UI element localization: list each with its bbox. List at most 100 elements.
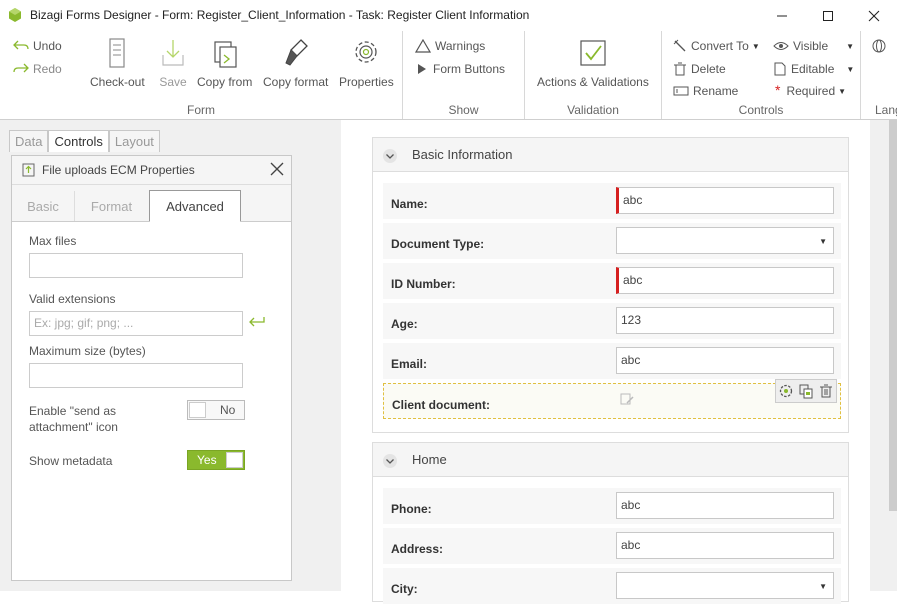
address-input[interactable]: abc — [616, 532, 834, 559]
dropdown-arrow-icon: ▼ — [819, 237, 827, 246]
play-icon — [418, 64, 426, 74]
checkout-icon — [109, 38, 125, 68]
maximize-button[interactable] — [805, 0, 851, 31]
rename-icon — [673, 86, 689, 96]
chevron-down-icon[interactable] — [383, 149, 397, 163]
eye-icon — [773, 42, 789, 50]
check-icon — [580, 40, 606, 66]
asterisk-icon: * — [775, 81, 781, 98]
gear-icon[interactable] — [778, 383, 794, 399]
visible-button[interactable]: Visible ▼ — [773, 39, 854, 53]
show-metadata-toggle[interactable]: Yes — [187, 450, 245, 470]
form-buttons-button[interactable]: Form Buttons — [415, 62, 505, 76]
valid-extensions-label: Valid extensions — [29, 292, 116, 306]
globe-icon — [872, 39, 886, 53]
name-input[interactable]: abc — [616, 187, 834, 214]
panel-tabs: Data Controls Layout — [9, 130, 160, 152]
section-header[interactable]: Basic Information — [373, 138, 848, 172]
valid-extensions-input[interactable]: Ex: jpg; gif; png; ... — [29, 311, 243, 336]
properties-title: File uploads ECM Properties — [42, 163, 195, 177]
section-title: Basic Information — [412, 147, 513, 162]
maximize-icon — [823, 10, 833, 21]
upload-field-icon — [620, 393, 634, 405]
max-size-label: Maximum size (bytes) — [29, 344, 146, 358]
ribbon: Undo Redo Check-out Save Copy from Copy … — [0, 31, 897, 120]
return-arrow-icon[interactable] — [249, 316, 265, 328]
tab-basic[interactable]: Basic — [12, 191, 75, 221]
redo-icon — [13, 63, 29, 73]
id-number-input[interactable]: abc — [616, 267, 834, 294]
title-bar: Bizagi Forms Designer - Form: Register_C… — [0, 0, 897, 32]
required-button[interactable]: * Required ▼ — [775, 81, 846, 99]
properties-tabs: Basic Format Advanced — [12, 185, 291, 222]
toggle-knob — [189, 402, 206, 418]
max-files-input[interactable] — [29, 253, 243, 278]
document-type-select[interactable]: ▼ — [616, 227, 834, 254]
wand-icon — [673, 39, 686, 52]
form-row-phone[interactable]: Phone: abc — [383, 488, 841, 524]
file-upload-icon — [22, 163, 35, 177]
window-title: Bizagi Forms Designer - Form: Register_C… — [30, 8, 530, 22]
minimize-button[interactable] — [759, 0, 805, 31]
edit-doc-icon — [774, 62, 786, 76]
show-metadata-label: Show metadata — [29, 454, 113, 468]
trash-icon[interactable] — [818, 383, 834, 399]
ribbon-group-show: Warnings Form Buttons Show — [403, 31, 525, 119]
control-toolbar — [775, 379, 837, 403]
checkout-button[interactable]: Check-out — [90, 37, 145, 89]
max-files-label: Max files — [29, 234, 77, 248]
city-select[interactable]: ▼ — [616, 572, 834, 599]
form-row-age[interactable]: Age: 123 — [383, 303, 841, 339]
ribbon-group-validation: Actions & Validations Validation — [525, 31, 662, 119]
section-basic-information: Basic Information Name: abc Document Typ… — [372, 137, 849, 433]
properties-panel: File uploads ECM Properties Basic Format… — [11, 155, 292, 581]
form-row-document-type[interactable]: Document Type: ▼ — [383, 223, 841, 259]
ribbon-group-lang: Lang — [861, 31, 897, 119]
actions-validations-button[interactable]: Actions & Validations — [537, 37, 649, 89]
rename-button[interactable]: Rename — [673, 84, 738, 98]
convert-to-button[interactable]: Convert To ▼ — [673, 39, 760, 53]
section-home: Home Phone: abc Address: abc City: ▼ — [372, 442, 849, 604]
toggle-knob — [226, 452, 243, 468]
age-input[interactable]: 123 — [616, 307, 834, 334]
phone-input[interactable]: abc — [616, 492, 834, 519]
delete-button[interactable]: Delete — [673, 62, 726, 76]
properties-button[interactable]: Properties — [339, 37, 394, 89]
send-attachment-toggle[interactable]: No — [187, 400, 245, 420]
dropdown-arrow-icon: ▼ — [819, 582, 827, 591]
warning-icon — [415, 39, 431, 53]
tab-layout[interactable]: Layout — [108, 130, 160, 152]
tab-format[interactable]: Format — [74, 191, 150, 221]
tab-controls[interactable]: Controls — [48, 130, 109, 152]
editable-button[interactable]: Editable ▼ — [773, 62, 854, 76]
form-row-id-number[interactable]: ID Number: abc — [383, 263, 841, 299]
copy-from-icon — [214, 41, 237, 68]
form-row-name[interactable]: Name: abc — [383, 183, 841, 219]
form-row-address[interactable]: Address: abc — [383, 528, 841, 564]
language-button[interactable] — [872, 39, 890, 53]
tab-advanced[interactable]: Advanced — [149, 190, 241, 222]
form-row-client-document[interactable]: Client document: — [383, 379, 841, 419]
section-header[interactable]: Home — [373, 443, 848, 477]
redo-button[interactable]: Redo — [13, 62, 62, 76]
warnings-button[interactable]: Warnings — [415, 39, 485, 53]
chevron-down-icon[interactable] — [383, 454, 397, 468]
form-sheet: Basic Information Name: abc Document Typ… — [341, 120, 870, 604]
save-icon — [162, 40, 184, 66]
copy-from-button[interactable]: Copy from — [197, 37, 252, 89]
close-panel-icon[interactable] — [267, 159, 287, 179]
send-attachment-label: Enable "send as attachment" icon — [29, 404, 118, 434]
tab-data[interactable]: Data — [9, 130, 49, 152]
save-button[interactable]: Save — [158, 37, 188, 89]
copy-format-button[interactable]: Copy format — [263, 37, 328, 89]
form-row-city[interactable]: City: ▼ — [383, 568, 841, 604]
bizagi-logo-icon — [9, 8, 21, 22]
copy-icon[interactable] — [798, 383, 814, 399]
close-window-button[interactable] — [851, 0, 897, 31]
ribbon-group-controls: Convert To ▼ Delete Rename Visible ▼ Edita… — [662, 31, 861, 119]
max-size-input[interactable] — [29, 363, 243, 388]
undo-button[interactable]: Undo — [13, 39, 62, 53]
email-input[interactable]: abc — [616, 347, 834, 374]
vertical-scrollbar[interactable] — [889, 120, 897, 511]
form-row-email[interactable]: Email: abc — [383, 343, 841, 379]
